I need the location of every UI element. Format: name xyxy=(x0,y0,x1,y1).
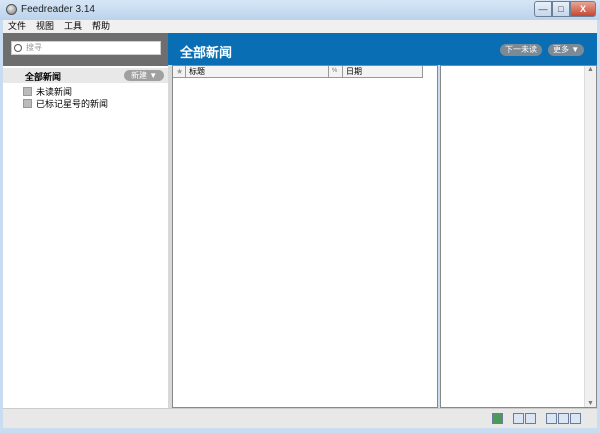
menu-file[interactable]: 文件 xyxy=(3,20,31,33)
window-title: Feedreader 3.14 xyxy=(21,4,95,15)
next-unread-button[interactable]: 下一未读 xyxy=(500,44,542,56)
column-attachment[interactable]: % xyxy=(329,66,343,77)
search-icon xyxy=(14,44,22,52)
mark-unread-icon[interactable] xyxy=(525,413,536,424)
more-button[interactable]: 更多 ▼ xyxy=(548,44,585,56)
layout-3-icon[interactable] xyxy=(570,413,581,424)
status-bar xyxy=(3,408,597,428)
new-button[interactable]: 新建 ▼ xyxy=(124,70,164,81)
news-list: ★ 标题 % 日期 xyxy=(172,65,438,408)
all-news-label: 全部新闻 xyxy=(25,72,62,82)
rss-icon xyxy=(23,86,32,96)
sidebar: 搜寻 全部新闻 新建 ▼ 未读新闻 已标记星号的新闻 xyxy=(3,33,168,408)
scroll-up-button[interactable]: ▲ xyxy=(585,66,596,73)
sidebar-item-all-news[interactable]: 全部新闻 新建 ▼ xyxy=(3,68,168,83)
sidebar-item-unread[interactable]: 未读新闻 xyxy=(23,85,72,97)
maximize-button[interactable]: □ xyxy=(552,1,570,17)
sidebar-item-starred[interactable]: 已标记星号的新闻 xyxy=(23,97,108,109)
sidebar-header: 搜寻 xyxy=(3,33,168,66)
column-title[interactable]: 标题 xyxy=(186,66,329,77)
column-star[interactable]: ★ xyxy=(173,66,186,77)
search-input[interactable]: 搜寻 xyxy=(11,41,161,55)
menu-tools[interactable]: 工具 xyxy=(59,20,87,33)
menu-bar: 文件 视图 工具 帮助 xyxy=(3,20,597,33)
page-title: 全部新闻 xyxy=(180,45,233,60)
rss-icon xyxy=(23,98,32,108)
reading-pane: ▲ ▼ xyxy=(440,65,597,408)
title-bar: Feedreader 3.14 — □ X xyxy=(0,0,600,20)
app-icon xyxy=(6,4,17,15)
layout-1-icon[interactable] xyxy=(546,413,557,424)
sidebar-item-label: 已标记星号的新闻 xyxy=(36,98,109,109)
menu-view[interactable]: 视图 xyxy=(31,20,59,33)
mark-read-icon[interactable] xyxy=(513,413,524,424)
column-headers: ★ 标题 % 日期 xyxy=(173,66,423,78)
layout-2-icon[interactable] xyxy=(558,413,569,424)
scrollbar[interactable]: ▲ ▼ xyxy=(584,66,596,407)
minimize-button[interactable]: — xyxy=(534,1,552,17)
menu-help[interactable]: 帮助 xyxy=(87,20,115,33)
sync-icon[interactable] xyxy=(492,413,503,424)
scroll-down-button[interactable]: ▼ xyxy=(585,400,596,407)
main-header: 全部新闻 下一未读 更多 ▼ xyxy=(168,33,597,65)
search-placeholder: 搜寻 xyxy=(26,43,42,52)
close-button[interactable]: X xyxy=(570,1,596,17)
column-date[interactable]: 日期 xyxy=(343,66,423,77)
